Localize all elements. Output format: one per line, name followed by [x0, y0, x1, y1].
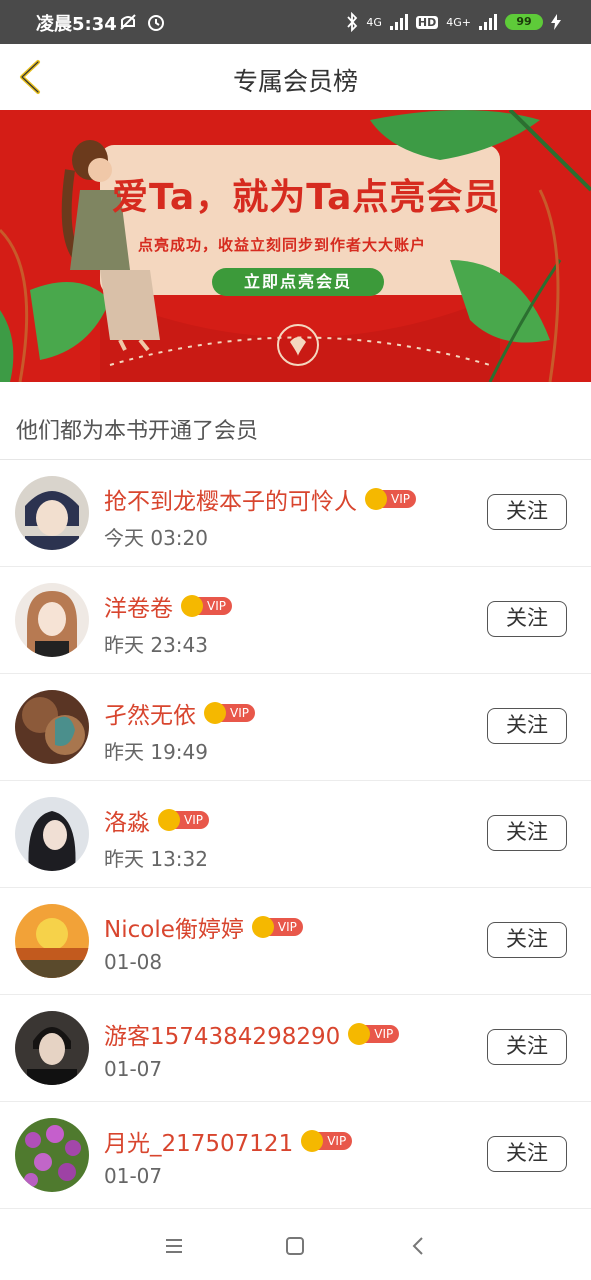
follow-button[interactable]: 关注 [487, 922, 567, 958]
system-nav-bar [0, 1210, 591, 1280]
vip-badge: VIP [365, 488, 416, 510]
vip-badge: VIP [158, 809, 209, 831]
charging-icon [551, 14, 561, 30]
follow-button[interactable]: 关注 [487, 1029, 567, 1065]
member-name[interactable]: 游客1574384298290 [104, 1017, 340, 1051]
vip-badge: VIP [348, 1023, 400, 1045]
list-item[interactable]: Nicole衡婷婷 VIP 01-08 关注 [0, 888, 591, 995]
member-name[interactable]: 洛淼 [104, 803, 150, 837]
crown-icon [251, 916, 274, 938]
crown-icon [204, 702, 226, 724]
avatar[interactable] [15, 1118, 89, 1192]
battery-indicator: 99 [505, 14, 543, 30]
member-time: 01-07 [104, 1164, 163, 1188]
avatar[interactable] [15, 583, 89, 657]
list-item[interactable]: 抢不到龙樱本子的可怜人 VIP 今天 03:20 关注 [0, 460, 591, 567]
list-item[interactable]: 游客1574384298290 VIP 01-07 关注 [0, 995, 591, 1102]
list-item[interactable]: 月光_217507121 VIP 01-07 关注 [0, 1102, 591, 1209]
alarm-icon [148, 15, 164, 31]
member-list: 抢不到龙樱本子的可怜人 VIP 今天 03:20 关注 洋卷卷 VIP 昨天 2… [0, 460, 591, 1209]
mute-icon [120, 14, 136, 30]
follow-button[interactable]: 关注 [487, 1136, 567, 1172]
list-item[interactable]: 洛淼 VIP 昨天 13:32 关注 [0, 781, 591, 888]
vip-badge: VIP [204, 702, 255, 724]
follow-button[interactable]: 关注 [487, 708, 567, 744]
avatar[interactable] [15, 1011, 89, 1085]
member-time: 昨天 19:49 [104, 740, 208, 764]
member-name[interactable]: Nicole衡婷婷 [104, 910, 244, 944]
vip-badge: VIP [181, 595, 232, 617]
page-title: 专属会员榜 [232, 67, 358, 96]
status-time: 凌晨5:34 [36, 14, 117, 35]
section-heading: 他们都为本书开通了会员 [16, 419, 259, 444]
network-4g-label: 4G [366, 15, 382, 29]
back-nav-icon[interactable] [407, 1234, 431, 1258]
avatar[interactable] [15, 904, 89, 978]
network-4g-plus-label: 4G+ [446, 15, 471, 29]
banner-subtitle: 点亮成功，收益立刻同步到作者大大账户 [138, 236, 427, 254]
hd-badge: HD [415, 15, 439, 29]
follow-button[interactable]: 关注 [487, 494, 567, 530]
banner-title: 爱Ta，就为Ta点亮会员 [112, 177, 501, 218]
signal-icon [389, 14, 408, 30]
follow-button[interactable]: 关注 [487, 601, 567, 637]
member-time: 01-08 [104, 950, 163, 974]
title-bar: 专属会员榜 [0, 44, 591, 111]
promo-banner[interactable]: 爱Ta，就为Ta点亮会员 点亮成功，收益立刻同步到作者大大账户 立即点亮会员 [0, 110, 591, 382]
list-item[interactable]: 洋卷卷 VIP 昨天 23:43 关注 [0, 567, 591, 674]
member-time: 昨天 13:32 [104, 847, 208, 871]
member-time: 昨天 23:43 [104, 633, 208, 657]
avatar[interactable] [15, 476, 89, 550]
member-name[interactable]: 抢不到龙樱本子的可怜人 [104, 482, 357, 516]
bluetooth-icon [347, 12, 358, 32]
light-up-membership-button[interactable]: 立即点亮会员 [212, 268, 384, 296]
vip-badge: VIP [251, 916, 303, 938]
menu-icon[interactable] [162, 1234, 186, 1258]
avatar[interactable] [15, 797, 89, 871]
crown-icon [158, 809, 180, 831]
member-name[interactable]: 洋卷卷 [104, 589, 173, 623]
member-name[interactable]: 月光_217507121 [104, 1124, 293, 1158]
home-icon[interactable] [283, 1234, 307, 1258]
crown-icon [365, 488, 387, 510]
signal-icon [479, 14, 497, 30]
follow-button[interactable]: 关注 [487, 815, 567, 851]
status-bar: 凌晨5:34 4G HD 4G+ 99 [0, 0, 591, 44]
member-time: 01-07 [104, 1057, 163, 1081]
member-time: 今天 03:20 [104, 526, 208, 550]
avatar[interactable] [15, 690, 89, 764]
member-name[interactable]: 孑然无依 [104, 696, 196, 730]
crown-icon [181, 595, 203, 617]
list-item[interactable]: 孑然无依 VIP 昨天 19:49 关注 [0, 674, 591, 781]
vip-badge: VIP [301, 1130, 353, 1152]
